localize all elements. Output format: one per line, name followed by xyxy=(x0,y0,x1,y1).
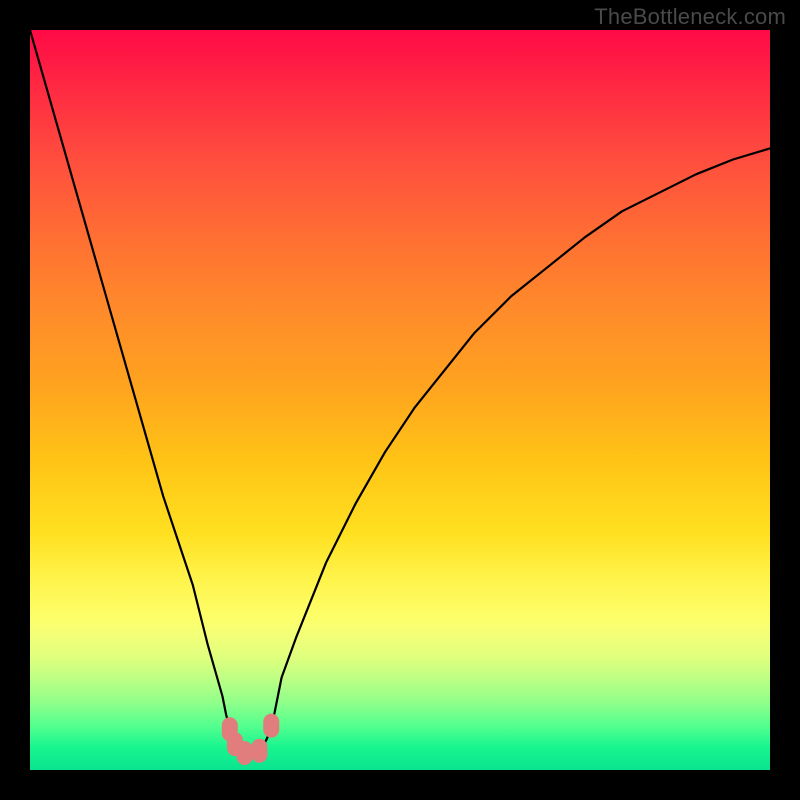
valley-right-marker xyxy=(251,739,267,763)
curve-layer xyxy=(30,30,770,770)
bottleneck-curve xyxy=(30,30,770,754)
watermark-label: TheBottleneck.com xyxy=(594,4,786,30)
plot-area xyxy=(30,30,770,770)
right-marker-marker xyxy=(263,714,279,738)
chart-outer-frame xyxy=(0,0,800,800)
valley-left-marker xyxy=(237,741,253,765)
